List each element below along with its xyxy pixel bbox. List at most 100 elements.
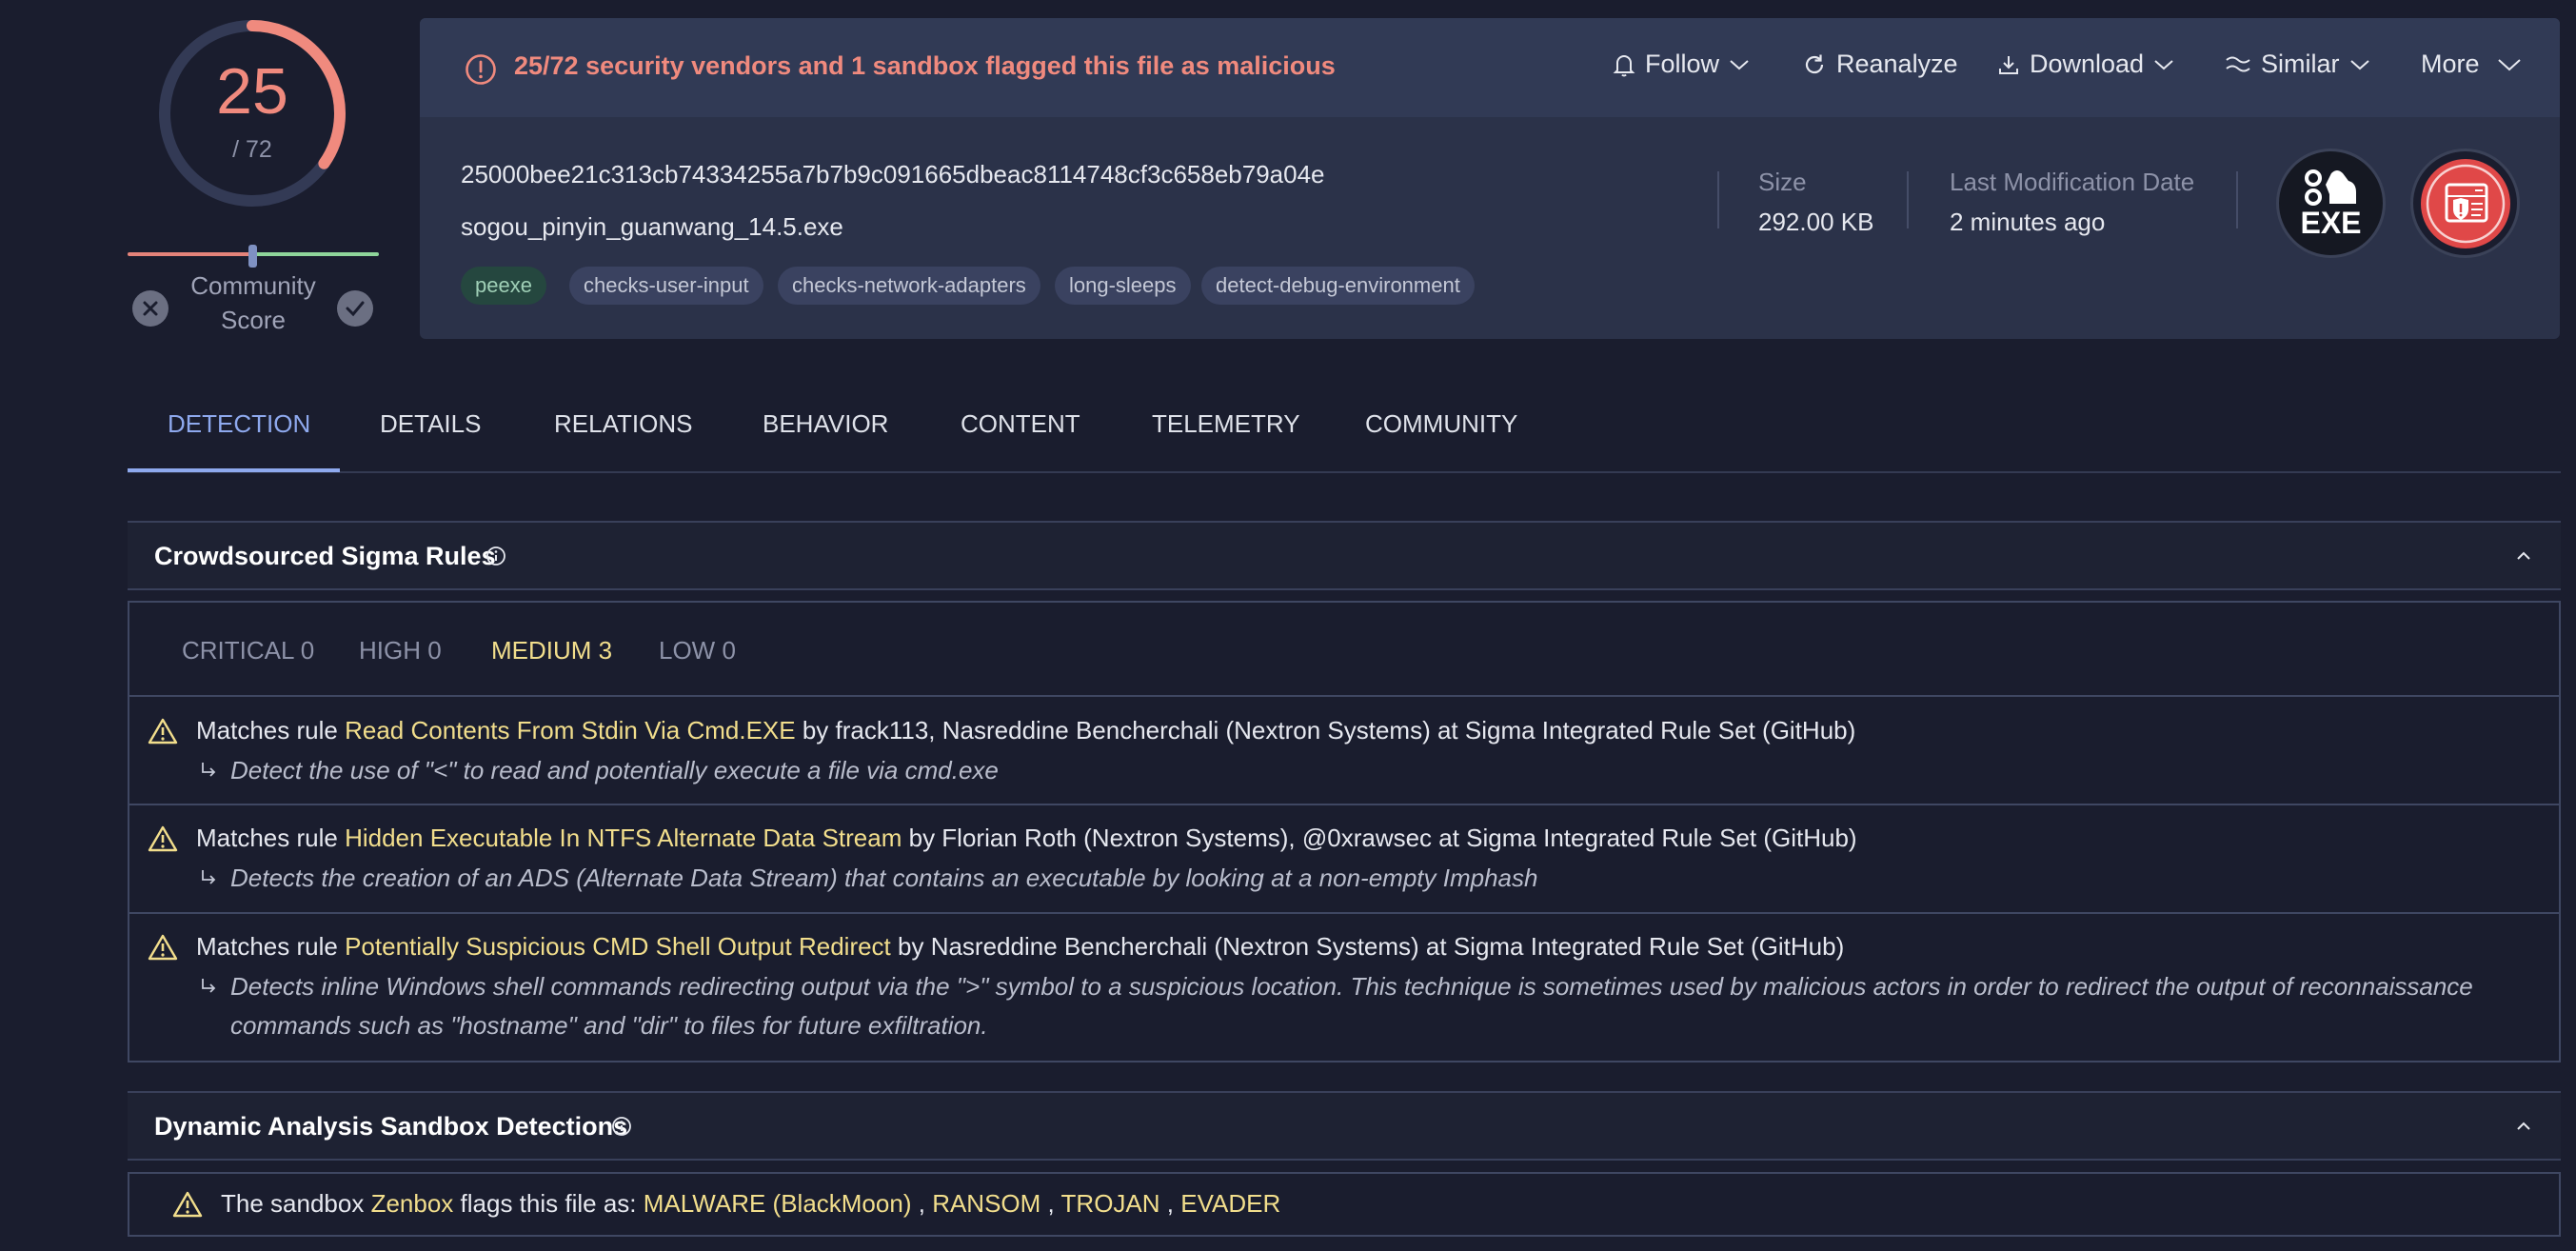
sigma-rule-match: Matches rule Hidden Executable In NTFS A… <box>196 824 1857 853</box>
rule-source: by Nasreddine Bencherchali (Nextron Syst… <box>898 932 1845 961</box>
divider <box>129 804 2559 805</box>
warning-icon <box>148 718 178 745</box>
rule-name-link[interactable]: Read Contents From Stdin Via Cmd.EXE <box>345 716 796 745</box>
download-button[interactable]: Download <box>1997 50 2174 79</box>
sub-arrow-icon <box>202 870 216 884</box>
sandbox-flag[interactable]: RANSOM <box>932 1189 1040 1218</box>
bell-icon <box>1613 54 1635 76</box>
detection-score-value: 25 <box>216 55 288 128</box>
info-icon[interactable] <box>611 1116 632 1137</box>
size-label: Size <box>1758 168 1807 196</box>
vote-harmless-button[interactable] <box>337 290 373 327</box>
file-name: sogou_pinyin_guanwang_14.5.exe <box>461 212 843 241</box>
check-icon <box>346 301 365 317</box>
sigma-rules-header[interactable]: Crowdsourced Sigma Rules <box>128 521 2561 590</box>
sigma-rule-match: Matches rule Read Contents From Stdin Vi… <box>196 716 1855 745</box>
sub-arrow-icon <box>202 763 216 777</box>
divider <box>2236 171 2238 228</box>
severity-tab-high[interactable]: HIGH 0 <box>359 636 442 665</box>
similar-icon <box>2226 56 2250 71</box>
reanalyze-label: Reanalyze <box>1836 50 1958 78</box>
severity-tab-critical[interactable]: CRITICAL 0 <box>182 636 314 665</box>
sigma-rule-match: Matches rule Potentially Suspicious CMD … <box>196 932 1844 962</box>
severity-tab-low[interactable]: LOW 0 <box>659 636 736 665</box>
tab-details[interactable]: DETAILS <box>380 409 481 439</box>
flag-separator: , <box>918 1189 925 1218</box>
chevron-down-icon <box>2497 58 2521 70</box>
gears-icon <box>2304 169 2356 206</box>
sub-arrow-icon <box>202 979 216 993</box>
alert-circle-icon <box>466 54 496 85</box>
follow-label: Follow <box>1645 50 1720 78</box>
tab-telemetry[interactable]: TELEMETRY <box>1152 409 1300 439</box>
divider <box>1717 171 1719 228</box>
similar-label: Similar <box>2261 50 2340 78</box>
rule-prefix: Matches rule <box>196 932 338 961</box>
similar-button[interactable]: Similar <box>2225 50 2370 79</box>
warning-icon <box>172 1191 203 1218</box>
download-label: Download <box>2030 50 2145 78</box>
size-value: 292.00 KB <box>1758 208 1874 236</box>
section-title: Crowdsourced Sigma Rules <box>154 542 496 570</box>
sandbox-detections-header[interactable]: Dynamic Analysis Sandbox Detections <box>128 1091 2561 1161</box>
chevron-down-icon <box>1730 59 1749 70</box>
warning-icon <box>148 934 178 961</box>
rule-prefix: Matches rule <box>196 824 338 852</box>
last-modification-value: 2 minutes ago <box>1950 208 2106 236</box>
divider <box>1907 171 1909 228</box>
chevron-up-icon[interactable] <box>2513 1116 2534 1137</box>
sandbox-flag[interactable]: TROJAN <box>1061 1189 1160 1218</box>
detection-score-total: / 72 <box>232 136 272 163</box>
last-modification-label: Last Modification Date <box>1950 168 2195 196</box>
sandbox-name-link[interactable]: Zenbox <box>371 1189 454 1218</box>
exe-label: EXE <box>2300 206 2362 240</box>
follow-button[interactable]: Follow <box>1613 50 1750 79</box>
rule-description: Detect the use of "<" to read and potent… <box>230 756 999 784</box>
sandbox-text-middle: flags this file as: <box>460 1189 637 1218</box>
rule-name-link[interactable]: Potentially Suspicious CMD Shell Output … <box>345 932 891 961</box>
rule-description: Detects inline Windows shell commands re… <box>230 972 2473 1040</box>
sandbox-flag[interactable]: EVADER <box>1180 1189 1280 1218</box>
section-title: Dynamic Analysis Sandbox Detections <box>154 1112 628 1141</box>
chevron-down-icon <box>2154 59 2173 70</box>
exe-file-type-icon: EXE <box>2276 149 2386 258</box>
sandbox-detection-row: The sandbox Zenbox flags this file as: M… <box>221 1189 1280 1219</box>
tab-community[interactable]: COMMUNITY <box>1365 409 1517 439</box>
tab-detection[interactable]: DETECTION <box>168 409 310 439</box>
sandbox-text-prefix: The sandbox <box>221 1189 365 1218</box>
divider <box>129 695 2559 697</box>
file-tag[interactable]: detect-debug-environment <box>1201 267 1475 305</box>
file-tag[interactable]: checks-user-input <box>569 267 763 305</box>
rule-name-link[interactable]: Hidden Executable In NTFS Alternate Data… <box>345 824 902 852</box>
refresh-icon <box>1805 54 1824 73</box>
tab-behavior[interactable]: BEHAVIOR <box>763 409 888 439</box>
rule-description: Detects the creation of an ADS (Alternat… <box>230 864 1538 892</box>
severity-tab-medium[interactable]: MEDIUM 3 <box>491 636 612 665</box>
download-icon <box>1999 55 2018 74</box>
alert-message: 25/72 security vendors and 1 sandbox fla… <box>514 51 1336 80</box>
flag-separator: , <box>1047 1189 1055 1218</box>
file-tag[interactable]: long-sleeps <box>1055 267 1191 305</box>
file-tag[interactable]: checks-network-adapters <box>778 267 1040 305</box>
chevron-up-icon[interactable] <box>2513 546 2534 566</box>
info-icon[interactable] <box>485 546 506 566</box>
shield-document-icon <box>2420 158 2510 248</box>
active-tab-indicator <box>128 468 340 472</box>
warning-icon <box>148 825 178 852</box>
security-badge-icon <box>2410 149 2520 258</box>
tab-content[interactable]: CONTENT <box>961 409 1080 439</box>
reanalyze-button[interactable]: Reanalyze <box>1802 50 1958 79</box>
rule-prefix: Matches rule <box>196 716 338 745</box>
tab-divider <box>128 471 2561 473</box>
file-hash[interactable]: 25000bee21c313cb74334255a7b7b9c091665dbe… <box>461 160 1325 189</box>
vote-malicious-button[interactable] <box>132 290 168 327</box>
file-tag[interactable]: peexe <box>461 267 546 305</box>
more-button[interactable]: More <box>2421 50 2522 79</box>
chevron-down-icon <box>2349 59 2369 70</box>
community-score-marker <box>248 245 257 268</box>
close-icon <box>143 301 158 316</box>
tab-relations[interactable]: RELATIONS <box>554 409 692 439</box>
sandbox-flag[interactable]: MALWARE (BlackMoon) <box>644 1189 912 1218</box>
more-label: More <box>2421 50 2480 78</box>
rule-source: by frack113, Nasreddine Bencherchali (Ne… <box>802 716 1856 745</box>
